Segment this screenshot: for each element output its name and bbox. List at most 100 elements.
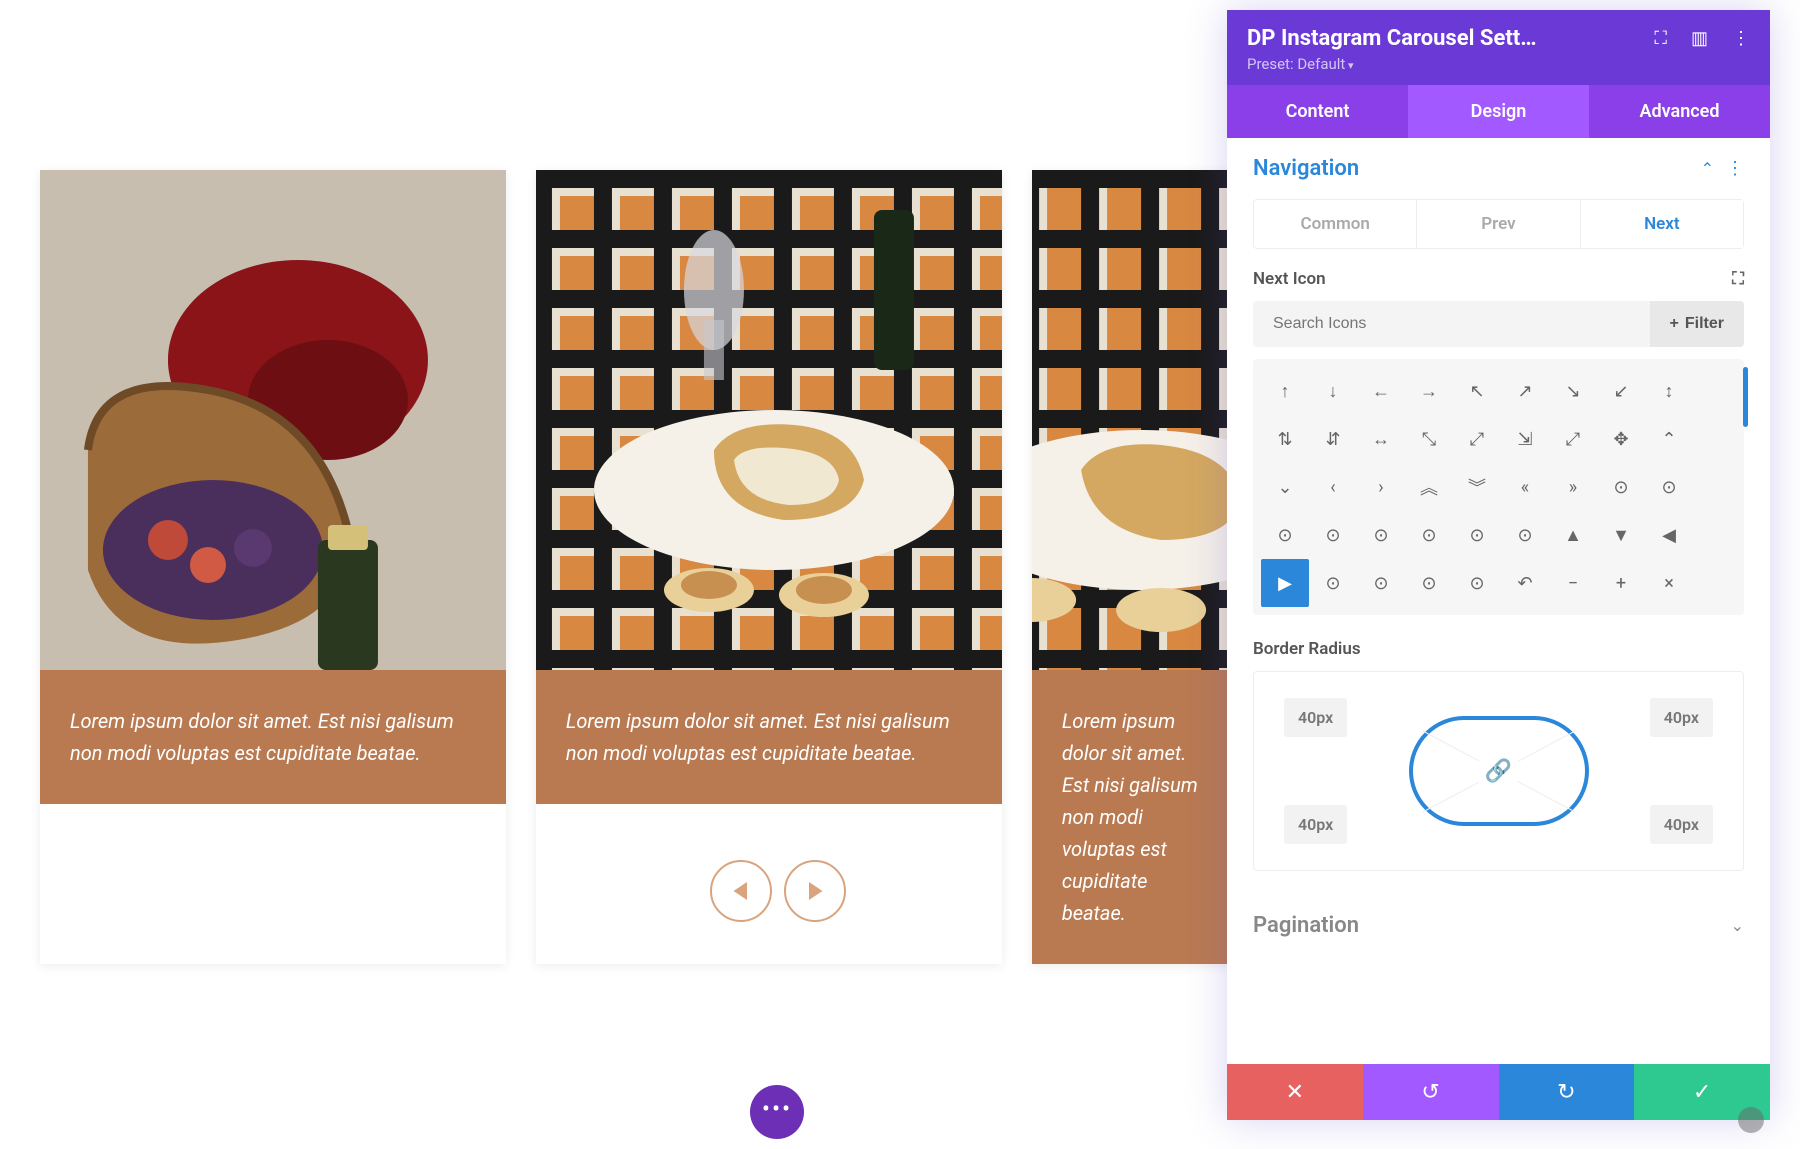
icon-option[interactable]: ⊙: [1453, 511, 1501, 559]
icon-option[interactable]: ↓: [1309, 367, 1357, 415]
card-image: [40, 170, 506, 670]
next-icon-label: Next Icon: [1253, 269, 1326, 289]
subtab-common[interactable]: Common: [1254, 200, 1417, 248]
icon-option[interactable]: ⇅: [1261, 415, 1309, 463]
icon-option[interactable]: ▲: [1549, 511, 1597, 559]
icon-option[interactable]: ⇵: [1309, 415, 1357, 463]
section-navigation[interactable]: Navigation ⌃ ⋮: [1227, 138, 1770, 199]
icon-option[interactable]: ⊙: [1309, 559, 1357, 607]
icon-option[interactable]: ⊙: [1453, 559, 1501, 607]
prev-button[interactable]: [710, 860, 772, 922]
cancel-button[interactable]: ✕: [1227, 1064, 1363, 1120]
icon-option[interactable]: ⊙: [1357, 559, 1405, 607]
carousel-nav: [710, 860, 846, 922]
expand-icon[interactable]: ⛶: [1654, 28, 1667, 49]
tab-design[interactable]: Design: [1408, 85, 1589, 138]
subtab-prev[interactable]: Prev: [1417, 200, 1580, 248]
border-radius-tl-input[interactable]: 40px: [1284, 698, 1347, 737]
icon-option[interactable]: ›: [1357, 463, 1405, 511]
assist-indicator: [1738, 1107, 1764, 1133]
icon-option[interactable]: →: [1405, 367, 1453, 415]
icon-option[interactable]: «: [1501, 463, 1549, 511]
section-title: Pagination: [1253, 913, 1359, 938]
panel-title: DP Instagram Carousel Sett…: [1247, 26, 1537, 51]
icon-option[interactable]: ↶: [1501, 559, 1549, 607]
icon-option[interactable]: »: [1549, 463, 1597, 511]
tab-advanced[interactable]: Advanced: [1589, 85, 1770, 138]
icon-option[interactable]: ⊙: [1357, 511, 1405, 559]
carousel-card[interactable]: Lorem ipsum dolor sit amet. Est nisi gal…: [536, 170, 1002, 964]
icon-option[interactable]: ↗: [1501, 367, 1549, 415]
icon-grid-scrollbar[interactable]: [1743, 367, 1748, 427]
border-radius-preview: 🔗: [1409, 716, 1589, 826]
icon-option[interactable]: ‹: [1309, 463, 1357, 511]
dots-icon: •••: [762, 1097, 792, 1121]
icon-option[interactable]: ↑: [1261, 367, 1309, 415]
card-caption: Lorem ipsum dolor sit amet. Est nisi gal…: [40, 670, 506, 804]
link-values-icon[interactable]: 🔗: [1479, 757, 1518, 786]
undo-button[interactable]: ↺: [1363, 1064, 1499, 1120]
icon-option[interactable]: ←: [1357, 367, 1405, 415]
responsive-icon[interactable]: ▥: [1691, 28, 1708, 49]
icon-option[interactable]: +: [1597, 559, 1645, 607]
border-radius-label: Border Radius: [1253, 639, 1361, 659]
main-tabs: Content Design Advanced: [1227, 85, 1770, 138]
icon-option[interactable]: ◀: [1645, 511, 1693, 559]
section-pagination[interactable]: Pagination ⌄: [1227, 895, 1770, 956]
icon-option[interactable]: ↙: [1597, 367, 1645, 415]
card-caption: Lorem ipsum dolor sit amet. Est nisi gal…: [1032, 670, 1240, 964]
icon-option[interactable]: ↕: [1645, 367, 1693, 415]
icon-option[interactable]: ⊙: [1501, 511, 1549, 559]
icon-option[interactable]: ↖: [1453, 367, 1501, 415]
chevron-up-icon: ⌃: [1701, 159, 1714, 178]
section-title: Navigation: [1253, 156, 1359, 181]
border-radius-bl-input[interactable]: 40px: [1284, 805, 1347, 844]
panel-body[interactable]: Navigation ⌃ ⋮ Common Prev Next Next Ico…: [1227, 138, 1770, 1064]
more-icon[interactable]: ⋮: [1732, 28, 1750, 49]
preset-selector[interactable]: Preset: Default: [1247, 55, 1750, 73]
icon-picker-grid: ↑↓←→↖↗↘↙↕⇅⇵↔⤡⤢⇲⤢✥⌃⌄‹›︽︾«»⊙⊙⊙⊙⊙⊙⊙⊙▲▼◀▶⊙⊙⊙…: [1253, 359, 1744, 615]
icon-option[interactable]: ⊙: [1405, 559, 1453, 607]
chevron-down-icon: ⌄: [1731, 916, 1744, 935]
check-icon: ✓: [1693, 1080, 1711, 1105]
tab-content[interactable]: Content: [1227, 85, 1408, 138]
icon-option[interactable]: ⊙: [1405, 511, 1453, 559]
icon-option[interactable]: ↔: [1357, 415, 1405, 463]
icon-option[interactable]: ⤢: [1549, 415, 1597, 463]
icon-option[interactable]: ⌄: [1261, 463, 1309, 511]
carousel: Lorem ipsum dolor sit amet. Est nisi gal…: [40, 170, 1240, 964]
icon-option[interactable]: ⤡: [1405, 415, 1453, 463]
icon-option[interactable]: ︾: [1453, 463, 1501, 511]
search-icons-input[interactable]: [1253, 301, 1650, 347]
icon-option[interactable]: −: [1549, 559, 1597, 607]
icon-option[interactable]: ⊙: [1645, 463, 1693, 511]
icon-option[interactable]: ↘: [1549, 367, 1597, 415]
filter-button[interactable]: + Filter: [1650, 301, 1744, 347]
next-button[interactable]: [784, 860, 846, 922]
icon-option[interactable]: ▶: [1261, 559, 1309, 607]
redo-button[interactable]: ↻: [1499, 1064, 1635, 1120]
icon-option[interactable]: ×: [1645, 559, 1693, 607]
border-radius-tr-input[interactable]: 40px: [1650, 698, 1713, 737]
icon-option[interactable]: ︽: [1405, 463, 1453, 511]
icon-option[interactable]: ⇲: [1501, 415, 1549, 463]
close-icon: ✕: [1286, 1080, 1304, 1105]
icon-option[interactable]: ⊙: [1597, 463, 1645, 511]
subtab-next[interactable]: Next: [1581, 200, 1743, 248]
plus-icon: +: [1670, 315, 1679, 333]
fab-more-button[interactable]: •••: [750, 1085, 804, 1139]
icon-option[interactable]: ▼: [1597, 511, 1645, 559]
icon-option[interactable]: ⌃: [1645, 415, 1693, 463]
carousel-card[interactable]: Lorem ipsum dolor sit amet. Est nisi gal…: [1032, 170, 1240, 964]
panel-footer: ✕ ↺ ↻ ✓: [1227, 1064, 1770, 1120]
carousel-card[interactable]: Lorem ipsum dolor sit amet. Est nisi gal…: [40, 170, 506, 964]
icon-option[interactable]: ✥: [1597, 415, 1645, 463]
border-radius-br-input[interactable]: 40px: [1650, 805, 1713, 844]
icon-option[interactable]: ⊙: [1309, 511, 1357, 559]
undo-icon: ↺: [1421, 1080, 1439, 1105]
icon-option[interactable]: ⊙: [1261, 511, 1309, 559]
section-more-icon[interactable]: ⋮: [1726, 158, 1744, 179]
icon-option[interactable]: ⤢: [1453, 415, 1501, 463]
panel-header: DP Instagram Carousel Sett… ⛶ ▥ ⋮ Preset…: [1227, 10, 1770, 85]
responsive-toggle-icon[interactable]: ⛶: [1732, 269, 1744, 289]
